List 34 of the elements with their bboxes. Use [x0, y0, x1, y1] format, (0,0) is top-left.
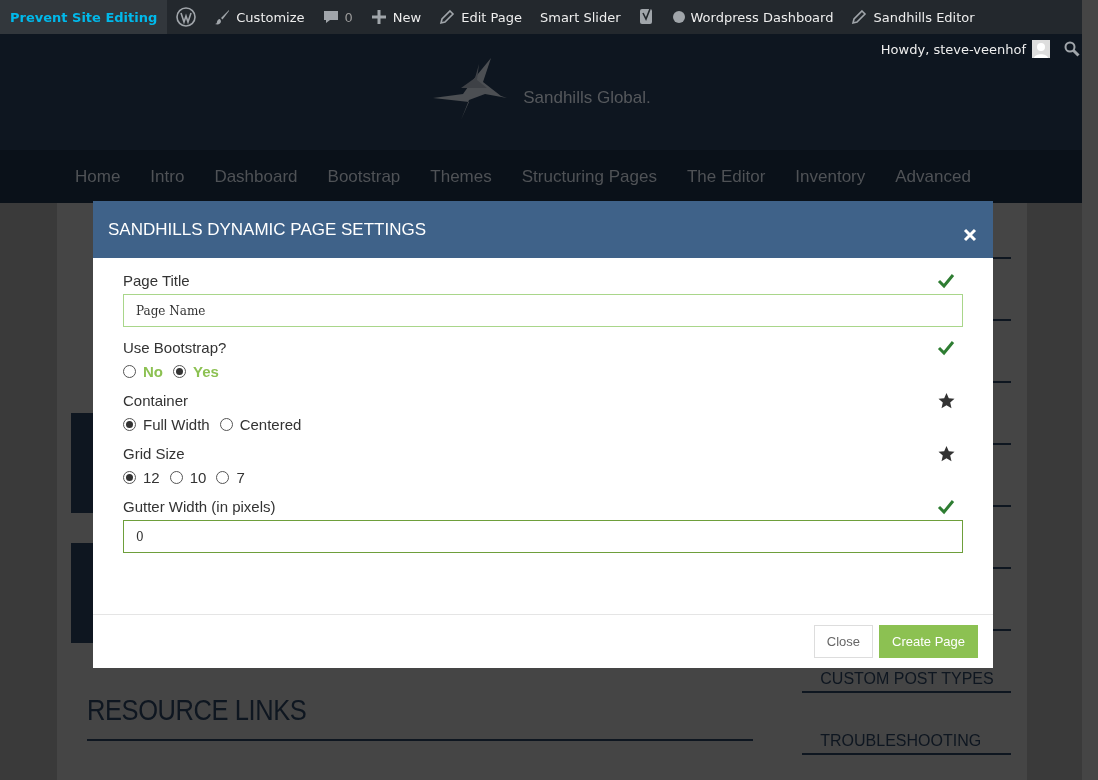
search-icon — [1064, 41, 1080, 57]
status-dot-icon — [672, 11, 685, 23]
close-button[interactable]: Close — [813, 625, 873, 658]
admin-bar-item[interactable]: Customize — [205, 0, 314, 34]
radio-option[interactable]: 10 — [169, 469, 207, 486]
field-label: Use Bootstrap? — [123, 339, 227, 356]
field-label: Gutter Width (in pixels) — [123, 498, 276, 515]
wordpress-icon — [176, 7, 197, 27]
admin-bar-item[interactable]: 0 — [313, 0, 362, 34]
comment-icon — [322, 9, 339, 25]
yoast-icon — [638, 7, 655, 27]
admin-bar-item[interactable]: Wordpress Dashboard — [663, 0, 843, 34]
field-label: Container — [123, 392, 189, 409]
radio-option[interactable]: 12 — [123, 469, 160, 486]
prevent-site-editing-link[interactable]: Prevent Site Editing — [0, 0, 168, 34]
plus-icon — [370, 9, 387, 25]
admin-bar-item[interactable]: Edit Page — [430, 0, 531, 34]
admin-bar-item[interactable]: New — [361, 0, 431, 34]
field-label: Grid Size — [123, 445, 185, 462]
field-label: Page Title — [123, 272, 190, 289]
logo-text: Sandhills Global. — [523, 88, 651, 108]
avatar-icon — [1032, 40, 1050, 58]
admin-bar-item[interactable]: Smart Slider — [530, 0, 630, 34]
brush-icon — [214, 9, 231, 25]
text-field[interactable]: 0 — [123, 520, 963, 553]
account-link[interactable]: Howdy, steve-veenhof — [880, 40, 1050, 58]
pencil-icon — [851, 9, 868, 25]
text-field[interactable]: Page Name — [123, 294, 963, 327]
dialog-title: SANDHILLS DYNAMIC PAGE SETTINGS — [108, 219, 427, 240]
pencil-icon — [439, 9, 456, 25]
radio-option[interactable]: 7 — [216, 469, 245, 486]
radio-option[interactable]: Centered — [219, 416, 302, 433]
radio-option[interactable]: Full Width — [123, 416, 210, 433]
admin-bar-item[interactable]: Sandhills Editor — [842, 0, 984, 34]
